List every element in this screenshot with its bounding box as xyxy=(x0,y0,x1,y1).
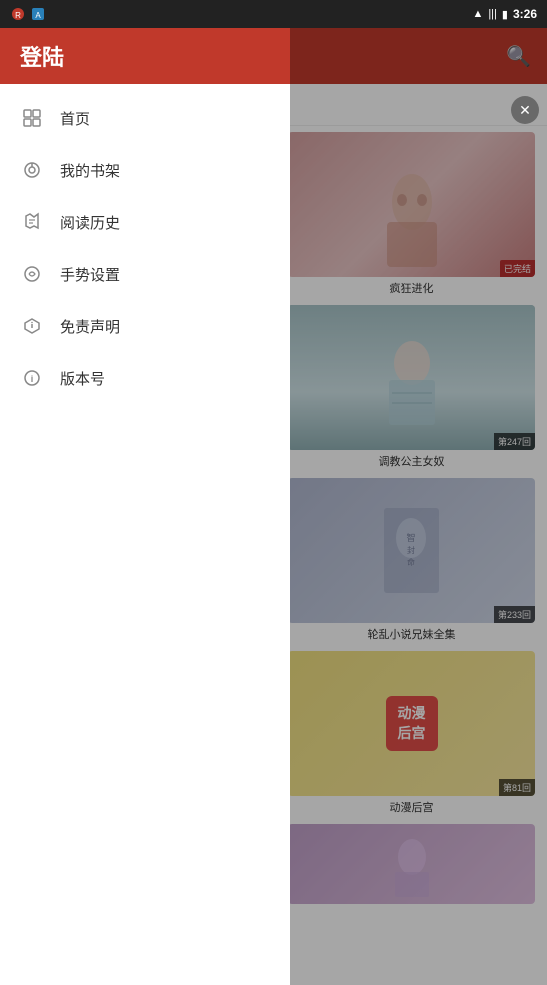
bookshelf-icon xyxy=(20,158,44,182)
close-drawer-button[interactable]: ✕ xyxy=(511,96,539,124)
menu-home-label: 首页 xyxy=(60,108,90,129)
menu-item-gestures[interactable]: 手势设置 xyxy=(0,248,290,300)
wifi-icon: ▲ xyxy=(472,8,483,20)
svg-text:R: R xyxy=(15,11,21,20)
signal-icon: ||| xyxy=(488,8,497,20)
menu-item-version[interactable]: i 版本号 xyxy=(0,352,290,404)
battery-icon: ▮ xyxy=(502,8,508,21)
home-icon xyxy=(20,106,44,130)
drawer-menu: 首页 我的书架 xyxy=(0,84,290,985)
svg-text:A: A xyxy=(35,11,41,20)
svg-text:i: i xyxy=(31,374,34,384)
menu-disclaimer-label: 免责声明 xyxy=(60,316,120,337)
menu-item-history[interactable]: 阅读历史 xyxy=(0,196,290,248)
menu-history-label: 阅读历史 xyxy=(60,212,120,233)
history-icon xyxy=(20,210,44,234)
version-icon: i xyxy=(20,366,44,390)
app-container: 🔍 玄幻魔法 武 xyxy=(0,28,547,985)
status-bar: R A ▲ ||| ▮ 3:26 xyxy=(0,0,547,28)
app-icon-red: R xyxy=(10,6,26,22)
menu-version-label: 版本号 xyxy=(60,368,105,389)
menu-item-home[interactable]: 首页 xyxy=(0,92,290,144)
menu-gestures-label: 手势设置 xyxy=(60,264,120,285)
menu-item-bookshelf[interactable]: 我的书架 xyxy=(0,144,290,196)
status-bar-left: R A xyxy=(10,6,46,22)
menu-item-disclaimer[interactable]: 免责声明 xyxy=(0,300,290,352)
menu-bookshelf-label: 我的书架 xyxy=(60,160,120,181)
drawer-header: 登陆 xyxy=(0,28,290,84)
status-bar-right: ▲ ||| ▮ 3:26 xyxy=(472,7,537,21)
gestures-icon xyxy=(20,262,44,286)
drawer-title: 登陆 xyxy=(20,40,64,72)
time-display: 3:26 xyxy=(513,7,537,21)
disclaimer-icon xyxy=(20,314,44,338)
app-icon-blue: A xyxy=(30,6,46,22)
drawer: 登陆 首页 xyxy=(0,28,290,985)
